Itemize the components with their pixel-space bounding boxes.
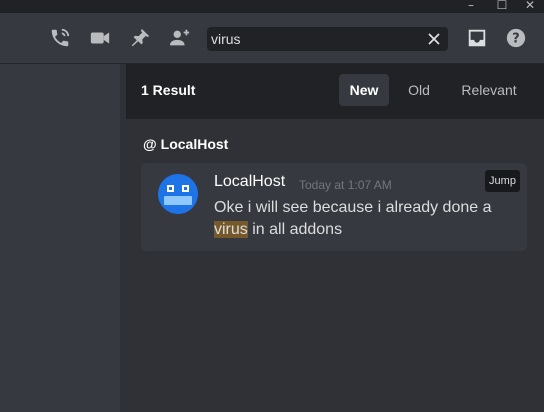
search-input[interactable] (207, 27, 426, 51)
jump-button[interactable]: Jump (485, 170, 520, 192)
sort-tab-relevant[interactable]: Relevant (454, 74, 524, 106)
close-window-button[interactable]: ✕ (517, 0, 543, 12)
result-channel-header[interactable]: @ LocalHost (143, 136, 228, 152)
result-count: 1 Result (141, 82, 196, 98)
message-author[interactable]: LocalHost (214, 173, 285, 191)
add-user-icon[interactable] (168, 26, 192, 50)
message-timestamp: Today at 1:07 AM (299, 178, 392, 192)
help-icon[interactable]: ? (504, 26, 528, 50)
avatar[interactable] (158, 174, 198, 214)
minimize-button[interactable]: – (458, 0, 484, 12)
sort-tab-old[interactable]: Old (399, 74, 439, 106)
title-bar: – ☐ ✕ (0, 0, 544, 13)
message-text-after: in all addons (247, 221, 343, 238)
message-text-before: Oke i will see because i already done a (214, 199, 492, 216)
channel-name: LocalHost (160, 136, 229, 152)
search-results-header: 1 Result New Old Relevant (126, 64, 544, 119)
search-box (207, 27, 448, 51)
maximize-button[interactable]: ☐ (489, 0, 515, 12)
inbox-icon[interactable] (465, 26, 489, 50)
search-highlight: virus (214, 221, 248, 238)
sort-tab-new[interactable]: New (339, 74, 389, 106)
clear-search-icon[interactable] (425, 30, 443, 48)
search-results: @ LocalHost LocalHost Today at 1:07 AM J… (126, 119, 544, 412)
message-text: Oke i will see because i already done a … (214, 197, 514, 241)
svg-text:?: ? (512, 32, 519, 47)
message-pane (0, 64, 120, 412)
search-result-message[interactable]: LocalHost Today at 1:07 AM Jump Oke i wi… (141, 163, 527, 251)
pin-icon[interactable] (128, 26, 152, 50)
video-icon[interactable] (88, 26, 112, 50)
at-icon: @ (143, 136, 157, 152)
call-icon[interactable] (48, 26, 72, 50)
channel-toolbar: ? (0, 13, 544, 63)
